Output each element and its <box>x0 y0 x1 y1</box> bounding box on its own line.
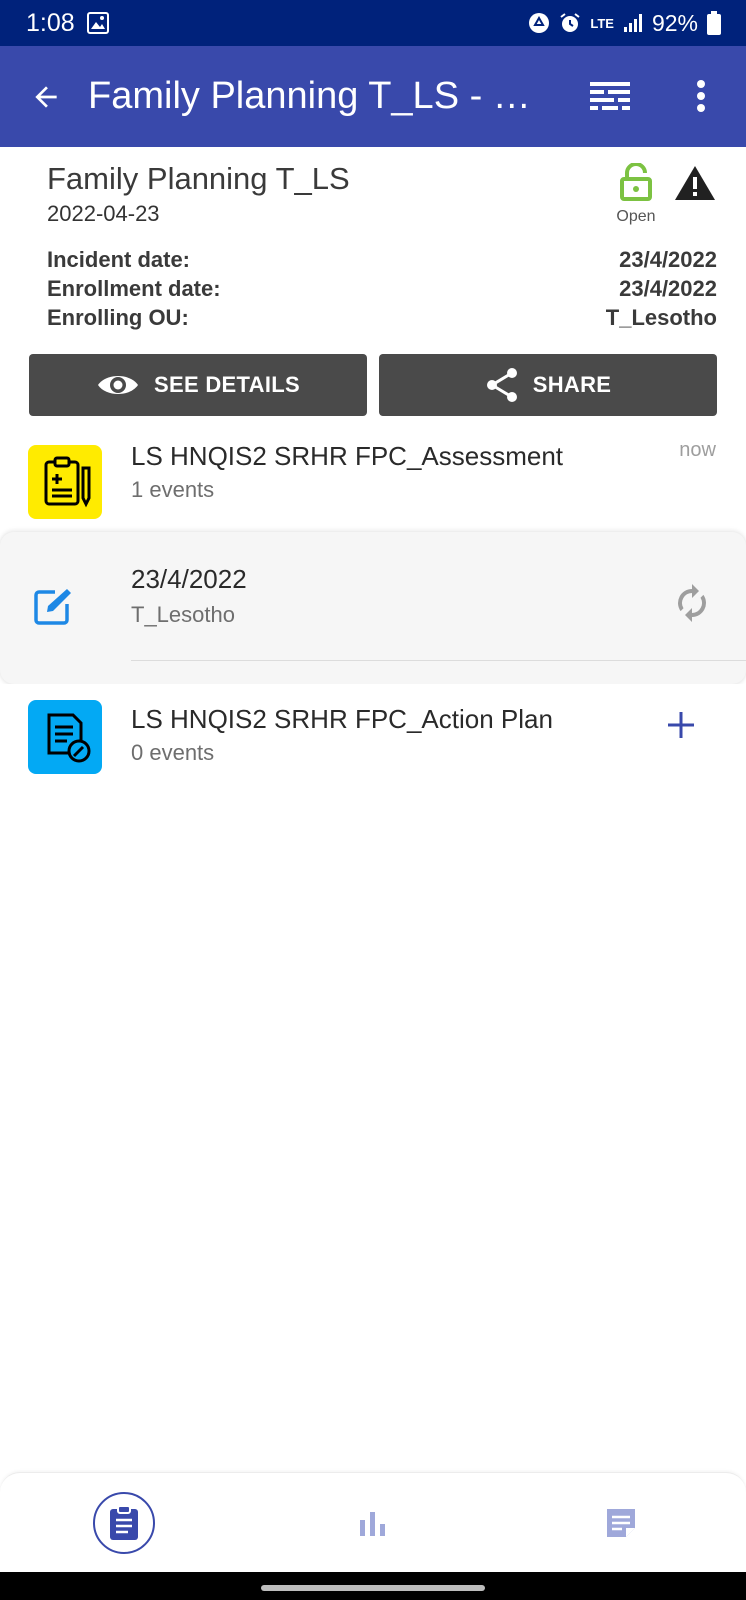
enrollment-date-label: Enrollment date: <box>47 276 221 301</box>
event-date: 23/4/2022 <box>131 564 247 594</box>
battery-percent: 92% <box>651 9 698 36</box>
add-event-button[interactable] <box>662 706 700 744</box>
analytics-icon <box>360 1512 385 1536</box>
system-navigation-bar <box>0 1572 746 1600</box>
document-edit-icon <box>28 700 102 774</box>
stage-title: LS HNQIS2 SRHR FPC_Action Plan <box>131 704 553 734</box>
incident-date-value: 23/4/2022 <box>619 247 717 272</box>
stage-row-action-plan[interactable]: LS HNQIS2 SRHR FPC_Action Plan 0 events <box>0 684 746 784</box>
clipboard-icon <box>28 445 102 519</box>
lock-open-icon <box>620 162 652 201</box>
notes-icon <box>607 1509 635 1537</box>
share-icon <box>486 368 517 402</box>
divider <box>131 660 746 661</box>
gallery-icon <box>86 12 109 34</box>
page-title: Family Planning T_LS - … <box>88 75 531 117</box>
stage-event-count: 0 events <box>131 740 215 765</box>
stage-event-count: 1 events <box>131 477 215 502</box>
eye-icon <box>98 376 139 394</box>
see-details-button[interactable]: SEE DETAILS <box>29 354 367 416</box>
enrollment-date-value: 23/4/2022 <box>619 276 717 301</box>
event-org-unit: T_Lesotho <box>131 602 235 627</box>
status-bar: 1:08 LTE 92% <box>0 0 746 46</box>
edit-icon[interactable] <box>33 586 73 626</box>
app-bar: Family Planning T_LS - … <box>0 46 746 147</box>
more-options-button[interactable] <box>683 74 719 118</box>
recycle-icon <box>528 12 550 34</box>
enrollment-date-row: Enrollment date: 23/4/2022 <box>47 276 717 302</box>
events-icon <box>93 1492 155 1554</box>
battery-icon <box>706 11 722 35</box>
more-vert-icon <box>697 80 705 112</box>
share-label: SHARE <box>532 372 612 397</box>
event-card[interactable]: 23/4/2022 T_Lesotho <box>0 532 746 684</box>
signal-icon <box>622 12 644 34</box>
add-icon <box>668 712 694 738</box>
status-label: Open <box>616 208 656 225</box>
filter-button[interactable] <box>588 76 636 118</box>
incident-date-label: Incident date: <box>47 247 191 272</box>
nav-tab-notes[interactable] <box>561 1473 681 1573</box>
nav-tab-events[interactable] <box>64 1473 184 1573</box>
alarm-icon <box>558 11 582 35</box>
nav-tab-analytics[interactable] <box>313 1473 433 1573</box>
home-gesture-handle[interactable] <box>261 1585 485 1591</box>
filter-icon <box>590 82 630 110</box>
network-type: LTE <box>590 15 614 31</box>
program-date: 2022-04-23 <box>47 201 160 226</box>
status-time: 1:08 <box>26 8 75 37</box>
enrolling-ou-row: Enrolling OU: T_Lesotho <box>47 305 717 331</box>
enrolling-ou-value: T_Lesotho <box>605 305 717 330</box>
bottom-navigation <box>0 1472 746 1572</box>
stage-last-updated: now <box>679 439 716 461</box>
share-button[interactable]: SHARE <box>379 354 717 416</box>
stage-row-assessment[interactable]: LS HNQIS2 SRHR FPC_Assessment 1 events n… <box>0 429 746 532</box>
incident-date-row: Incident date: 23/4/2022 <box>47 247 717 273</box>
arrow-back-icon <box>35 85 57 108</box>
enrollment-status[interactable]: Open <box>608 162 664 226</box>
see-details-label: SEE DETAILS <box>154 372 300 397</box>
sync-icon[interactable] <box>676 583 708 628</box>
warning-icon[interactable] <box>674 165 716 206</box>
back-button[interactable] <box>26 77 66 117</box>
stage-title: LS HNQIS2 SRHR FPC_Assessment <box>131 441 564 471</box>
enrollment-header: Family Planning T_LS 2022-04-23 Open Inc… <box>0 147 746 429</box>
program-name: Family Planning T_LS <box>47 161 350 196</box>
enrolling-ou-label: Enrolling OU: <box>47 305 189 330</box>
